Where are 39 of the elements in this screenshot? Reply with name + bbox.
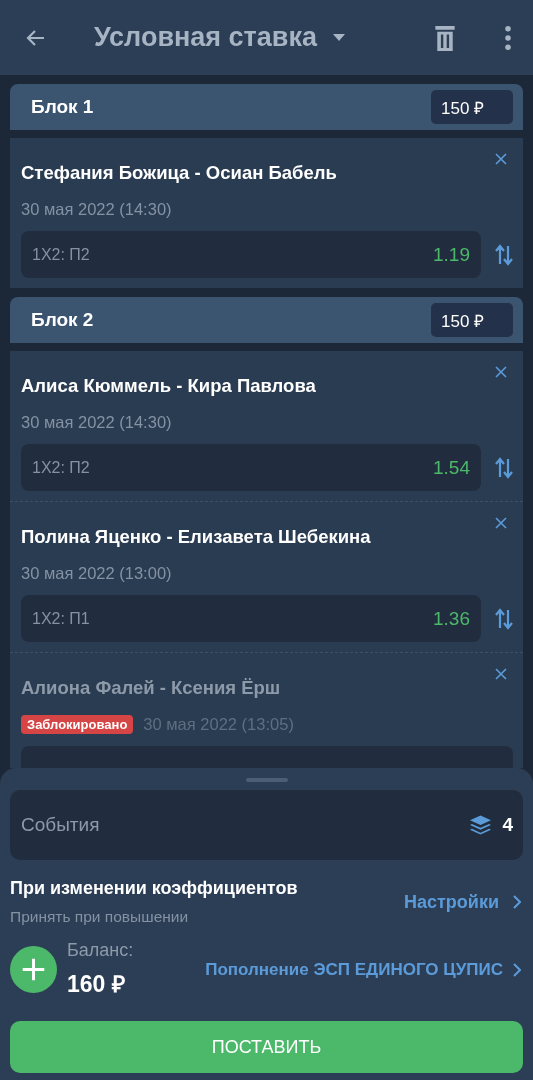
swap-arrows-icon[interactable] — [495, 607, 513, 630]
close-icon[interactable] — [495, 153, 507, 165]
stake-field[interactable]: 150 ₽ — [431, 303, 513, 337]
trash-icon[interactable] — [435, 24, 455, 51]
layers-icon — [470, 815, 492, 835]
drag-handle[interactable] — [245, 778, 288, 782]
blocked-badge: Заблокировано — [21, 715, 134, 734]
event-date: 30 мая 2022 (13:00) — [21, 564, 172, 583]
dropdown-caret-icon[interactable] — [332, 34, 345, 41]
chevron-right-icon[interactable] — [513, 962, 521, 977]
balance-label: Баланс: — [67, 940, 134, 961]
odds-change-value: Принять при повышении — [10, 908, 190, 926]
odds-field[interactable]: 1X2: П2 1.19 — [21, 231, 481, 278]
match-title: Полина Яценко - Елизавета Шебекина — [21, 526, 372, 548]
match-title: Стефания Божица - Осиан Бабель — [21, 162, 338, 184]
match-title: Алиона Фалей - Ксения Ёрш — [21, 677, 282, 699]
odds-change-title: При изменении коэффициентов — [10, 878, 298, 899]
match-title: Алиса Кюммель - Кира Павлова — [21, 375, 317, 397]
block-title: Блок 1 — [31, 96, 94, 118]
screen-title[interactable]: Условная ставка — [94, 22, 317, 53]
more-options-icon[interactable] — [505, 25, 511, 50]
block-title: Блок 2 — [31, 309, 94, 331]
odds-field[interactable]: 1X2: П1 1.36 — [21, 595, 481, 642]
odds-field[interactable]: 1X2: П2 1.54 — [21, 444, 481, 491]
event-date: 30 мая 2022 (14:30) — [21, 413, 172, 432]
settings-link[interactable]: Настройки — [404, 891, 499, 913]
top-up-link[interactable]: Пополнение ЭСП ЕДИНОГО ЦУПИС — [205, 959, 503, 980]
swap-arrows-icon[interactable] — [495, 243, 513, 266]
add-funds-icon[interactable] — [10, 946, 57, 993]
close-icon[interactable] — [495, 517, 507, 529]
close-icon[interactable] — [495, 668, 507, 680]
event-date: 30 мая 2022 (14:30) — [21, 200, 172, 219]
swap-arrows-icon[interactable] — [495, 456, 513, 479]
events-count: 4 — [502, 814, 513, 836]
balance-amount: 160 ₽ — [67, 970, 126, 999]
chevron-right-icon[interactable] — [513, 895, 521, 909]
events-field[interactable]: События 4 — [10, 790, 523, 860]
close-icon[interactable] — [495, 366, 507, 378]
stake-field[interactable]: 150 ₽ — [431, 90, 513, 124]
